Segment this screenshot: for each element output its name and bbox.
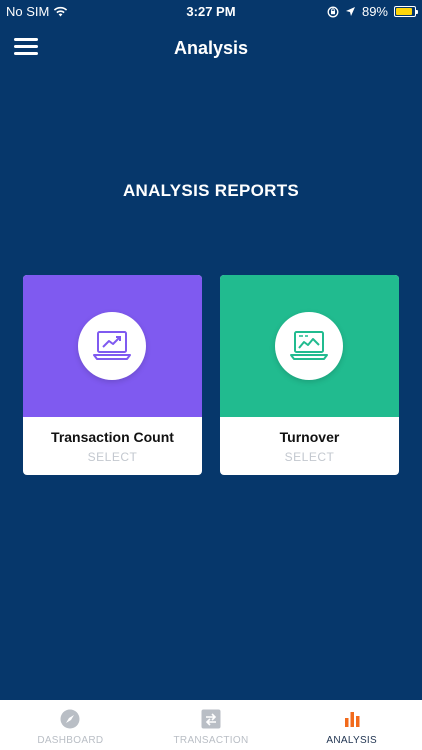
- compass-icon: [60, 709, 80, 729]
- card-header: [220, 275, 399, 417]
- tab-icon-wrap: [281, 709, 422, 729]
- tab-label: DASHBOARD: [37, 735, 104, 746]
- card-title: Transaction Count: [51, 429, 174, 445]
- status-right: 89%: [327, 4, 418, 19]
- card-title: Turnover: [279, 429, 340, 445]
- tab-bar: DASHBOARD TRANSACTION ANALYSIS: [0, 700, 422, 750]
- card-header: [23, 275, 202, 417]
- tab-transaction[interactable]: TRANSACTION: [141, 700, 282, 750]
- orientation-lock-icon: [327, 6, 339, 17]
- battery-fill: [396, 8, 413, 15]
- tab-dashboard[interactable]: DASHBOARD: [0, 700, 141, 750]
- card-footer: Turnover SELECT: [220, 417, 399, 475]
- nav-bar: Analysis: [0, 22, 422, 74]
- select-button[interactable]: SELECT: [220, 450, 399, 464]
- tab-label: ANALYSIS: [326, 735, 377, 746]
- card-footer: Transaction Count SELECT: [23, 417, 202, 475]
- swap-arrows-icon: [201, 709, 221, 729]
- tab-icon-wrap: [141, 709, 282, 729]
- battery-icon: [394, 6, 418, 17]
- tab-analysis[interactable]: ANALYSIS: [281, 700, 422, 750]
- turnover-card[interactable]: Turnover SELECT: [220, 275, 399, 475]
- section-title: ANALYSIS REPORTS: [122, 181, 300, 200]
- status-bar: No SIM 3:27 PM 89%: [0, 0, 422, 22]
- location-arrow-icon: [345, 7, 355, 16]
- select-button[interactable]: SELECT: [23, 450, 202, 464]
- tab-label: TRANSACTION: [173, 735, 249, 746]
- icon-circle: [275, 312, 343, 380]
- icon-circle: [78, 312, 146, 380]
- tab-icon-wrap: [0, 709, 141, 729]
- laptop-trend-chart-icon: [93, 331, 131, 360]
- laptop-area-chart-icon: [290, 331, 328, 360]
- transaction-count-card[interactable]: Transaction Count SELECT: [23, 275, 202, 475]
- battery-percent: 89%: [361, 4, 388, 19]
- bar-chart-icon: [344, 712, 360, 727]
- page-title: Analysis: [173, 38, 249, 58]
